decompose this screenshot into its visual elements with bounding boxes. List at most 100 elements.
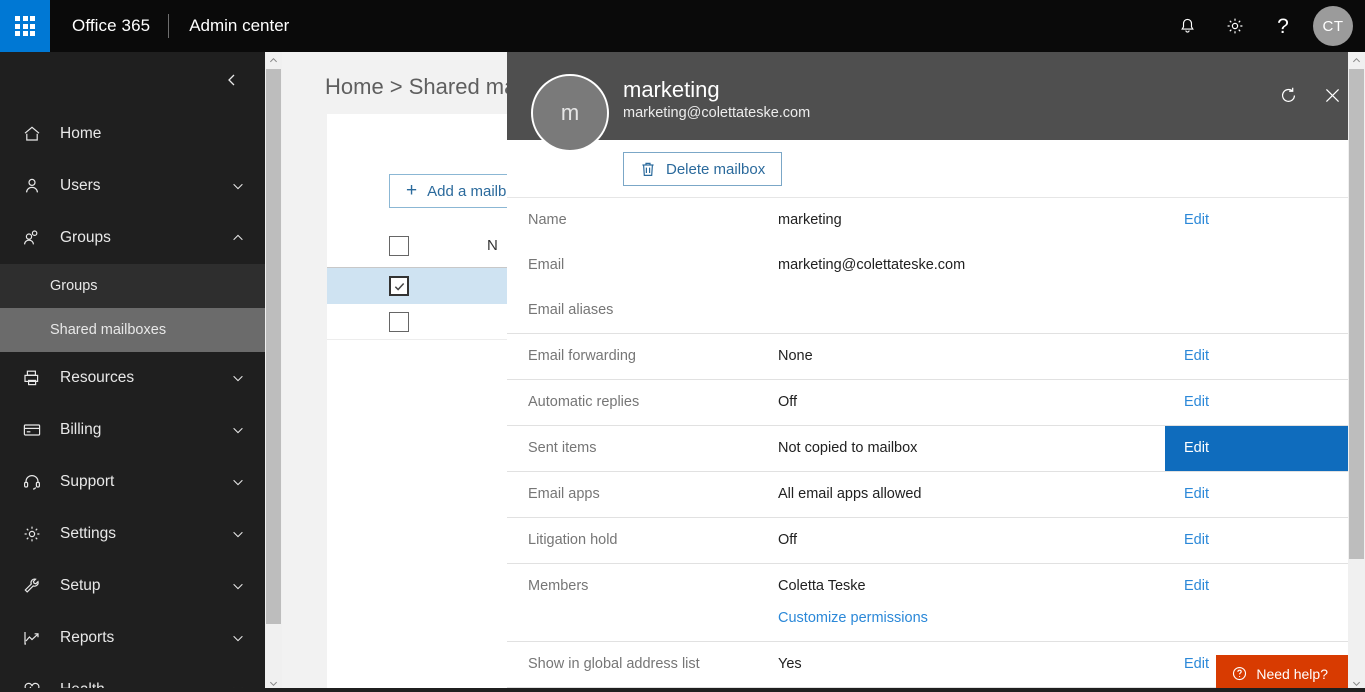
property-row-email-aliases: Email aliases <box>507 288 1365 333</box>
delete-mailbox-button[interactable]: Delete mailbox <box>623 152 783 186</box>
suite-bar-actions: ? CT <box>1163 0 1365 52</box>
chevron-down-icon[interactable] <box>229 631 247 645</box>
property-value: Off <box>778 394 798 410</box>
gear-icon <box>1227 18 1243 34</box>
sidebar-item-groups-sub[interactable]: Groups <box>0 264 265 308</box>
sidebar-item-label: Settings <box>60 525 117 542</box>
page-scrollbar-thumb[interactable] <box>1349 69 1364 559</box>
chevron-down-icon[interactable] <box>229 527 247 541</box>
group-icon <box>14 228 50 248</box>
chevron-down-icon[interactable] <box>229 423 247 437</box>
checkmark-icon <box>394 282 404 291</box>
nav-scrollbar[interactable] <box>265 52 282 692</box>
chevron-down-icon[interactable] <box>229 475 247 489</box>
suite-bar: Office 365 Admin center ? CT <box>0 0 1365 52</box>
edit-automatic-replies-link[interactable]: Edit <box>1165 380 1365 425</box>
property-row-automatic-replies: Automatic replies Off Edit <box>507 380 1365 425</box>
trash-icon <box>640 161 656 178</box>
row-checkbox[interactable] <box>389 311 409 332</box>
sidebar-item-label: Resources <box>60 369 135 386</box>
chevron-down-icon[interactable] <box>229 179 247 193</box>
chevron-up-icon[interactable] <box>229 231 247 245</box>
sidebar-item-shared-mailboxes[interactable]: Shared mailboxes <box>0 308 265 352</box>
edit-email-forwarding-link[interactable]: Edit <box>1165 334 1365 379</box>
account-avatar[interactable]: CT <box>1313 6 1353 46</box>
chart-icon <box>14 628 50 648</box>
sidebar-subitem-label: Groups <box>50 278 98 294</box>
close-panel-button[interactable] <box>1313 76 1351 114</box>
property-row-email: Email marketing@colettateske.com <box>507 243 1365 288</box>
property-group: Email forwarding None Edit <box>507 334 1365 380</box>
property-label: Name <box>528 212 567 228</box>
edit-name-link[interactable]: Edit <box>1165 198 1365 243</box>
sidebar-item-setup[interactable]: Setup <box>0 560 265 612</box>
column-header-name: N <box>487 237 498 254</box>
app-name-admin-center[interactable]: Admin center <box>169 16 289 36</box>
customize-permissions-link[interactable]: Customize permissions <box>778 596 1153 628</box>
need-help-label: Need help? <box>1256 665 1328 682</box>
app-launcher-button[interactable] <box>0 0 50 52</box>
edit-sent-items-link[interactable]: Edit <box>1165 426 1365 471</box>
nav-scrollbar-thumb[interactable] <box>266 69 281 624</box>
property-group: Email apps All email apps allowed Edit <box>507 472 1365 518</box>
row-checkbox-checked[interactable] <box>389 276 409 296</box>
notifications-button[interactable] <box>1163 0 1211 52</box>
sidebar-item-billing[interactable]: Billing <box>0 404 265 456</box>
property-value: Not copied to mailbox <box>778 440 918 456</box>
chevron-down-icon[interactable] <box>229 371 247 385</box>
edit-members-link[interactable]: Edit <box>1165 564 1365 641</box>
property-group: Automatic replies Off Edit <box>507 380 1365 426</box>
sidebar-item-support[interactable]: Support <box>0 456 265 508</box>
mailbox-properties: Name marketing Edit Email marketing@cole… <box>507 198 1365 688</box>
property-label: Show in global address list <box>528 656 700 672</box>
bottom-edge-strip <box>0 688 1365 692</box>
edit-placeholder <box>1165 243 1365 288</box>
property-group: Name marketing Edit Email marketing@cole… <box>507 198 1365 334</box>
property-label: Email forwarding <box>528 348 636 364</box>
property-row-email-apps: Email apps All email apps allowed Edit <box>507 472 1365 517</box>
property-group: Members Coletta Teske Customize permissi… <box>507 564 1365 642</box>
sidebar-item-resources[interactable]: Resources <box>0 352 265 404</box>
sidebar-item-reports[interactable]: Reports <box>0 612 265 664</box>
members-value: Coletta Teske <box>778 578 866 594</box>
edit-litigation-hold-link[interactable]: Edit <box>1165 518 1365 563</box>
property-label: Sent items <box>528 440 597 456</box>
detail-panel-header: marketing marketing@colettateske.com <box>507 52 1365 140</box>
chevron-down-icon[interactable] <box>229 579 247 593</box>
property-value: Off <box>778 532 798 548</box>
property-label: Email apps <box>528 486 600 502</box>
mailbox-detail-panel: marketing marketing@colettateske.com m D… <box>507 52 1365 692</box>
close-icon <box>1325 88 1339 102</box>
sidebar-item-settings[interactable]: Settings <box>0 508 265 560</box>
need-help-button[interactable]: Need help? <box>1216 655 1348 692</box>
brand-office365[interactable]: Office 365 <box>50 16 168 36</box>
sidebar-item-users[interactable]: Users <box>0 160 265 212</box>
property-row-name: Name marketing Edit <box>507 198 1365 243</box>
scroll-up-icon[interactable] <box>1348 52 1365 69</box>
sidebar-item-label: Reports <box>60 629 115 646</box>
sidebar-item-groups[interactable]: Groups <box>0 212 265 264</box>
property-label: Automatic replies <box>528 394 640 410</box>
select-all-checkbox[interactable] <box>389 235 409 256</box>
refresh-button[interactable] <box>1269 76 1307 114</box>
page-scrollbar[interactable] <box>1348 52 1365 692</box>
creditcard-icon <box>14 420 50 440</box>
question-circle-icon <box>1232 666 1247 681</box>
help-button[interactable]: ? <box>1259 0 1307 52</box>
question-mark-icon: ? <box>1277 14 1289 38</box>
plus-icon: + <box>406 180 418 201</box>
detail-command-bar: Delete mailbox <box>507 140 1365 198</box>
property-group: Litigation hold Off Edit <box>507 518 1365 564</box>
property-label: Email aliases <box>528 302 614 318</box>
scroll-up-icon[interactable] <box>265 52 282 69</box>
chevron-left-icon <box>228 74 235 86</box>
panel-header-actions <box>1269 76 1351 114</box>
sidebar-item-label: Support <box>60 473 115 490</box>
edit-email-apps-link[interactable]: Edit <box>1165 472 1365 517</box>
collapse-nav-button[interactable] <box>219 67 245 93</box>
sidebar-item-label: Home <box>60 125 102 142</box>
property-value: None <box>778 348 813 364</box>
sidebar-item-home[interactable]: Home <box>0 108 265 160</box>
mailbox-email: marketing@colettateske.com <box>623 105 811 121</box>
settings-button[interactable] <box>1211 0 1259 52</box>
